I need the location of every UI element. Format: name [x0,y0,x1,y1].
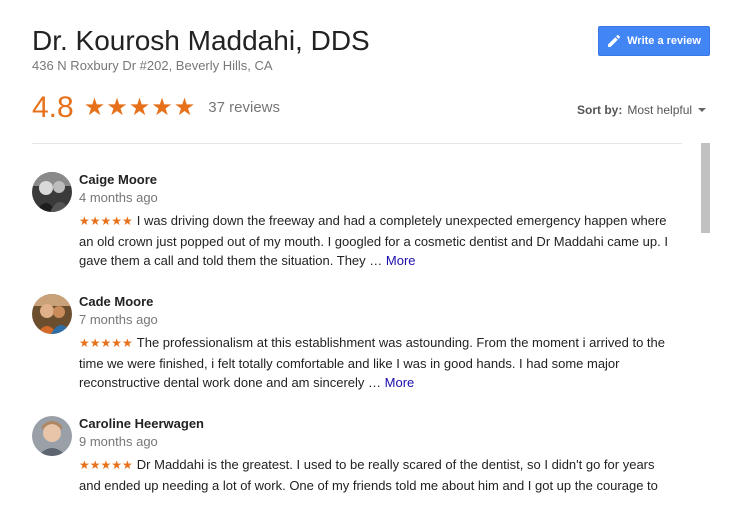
review-text: Dr Maddahi is the greatest. I used to be… [79,457,658,493]
review-text: I was driving down the freeway and had a… [79,213,668,268]
review-text: The professionalism at this establishmen… [79,335,665,390]
review-time: 9 months ago [79,434,158,449]
scrollbar-thumb[interactable] [701,143,710,233]
sort-value: Most helpful [627,103,693,117]
review-stars: ★★★★★ [79,458,133,472]
sort-dropdown[interactable]: Sort by: Most helpful [577,102,707,118]
pencil-icon [608,34,621,47]
review-time: 7 months ago [79,312,158,327]
reviewer-name[interactable]: Caroline Heerwagen [79,416,204,432]
chevron-down-icon [698,108,707,112]
avatar[interactable] [32,294,72,334]
reviews-panel: Dr. Kourosh Maddahi, DDS 436 N Roxbury D… [0,0,741,518]
avatar[interactable] [32,172,72,212]
write-review-label: Write a review [627,35,701,47]
rating-stars: ★★★★★ [83,94,197,121]
review-text-block: ★★★★★ Dr Maddahi is the greatest. I used … [79,455,674,495]
header-divider [32,143,682,144]
rating-value: 4.8 [32,91,74,124]
review-time: 4 months ago [79,190,158,205]
more-link[interactable]: More [386,253,416,268]
more-link[interactable]: More [385,375,415,390]
reviewer-name[interactable]: Cade Moore [79,294,153,310]
rating-summary: 4.8 ★★★★★ 37 reviews [32,88,280,128]
avatar[interactable] [32,416,72,456]
review-text-block: ★★★★★ The professionalism at this establi… [79,333,674,393]
review-text-block: ★★★★★ I was driving down the freeway and … [79,211,674,271]
business-name: Dr. Kourosh Maddahi, DDS [32,25,370,56]
sort-label: Sort by: [577,103,623,117]
review-stars: ★★★★★ [79,336,133,350]
review-count[interactable]: 37 reviews [208,88,280,128]
write-review-button[interactable]: Write a review [598,26,710,56]
review-stars: ★★★★★ [79,214,133,228]
reviewer-name[interactable]: Caige Moore [79,172,157,188]
business-address: 436 N Roxbury Dr #202, Beverly Hills, CA [32,58,273,73]
